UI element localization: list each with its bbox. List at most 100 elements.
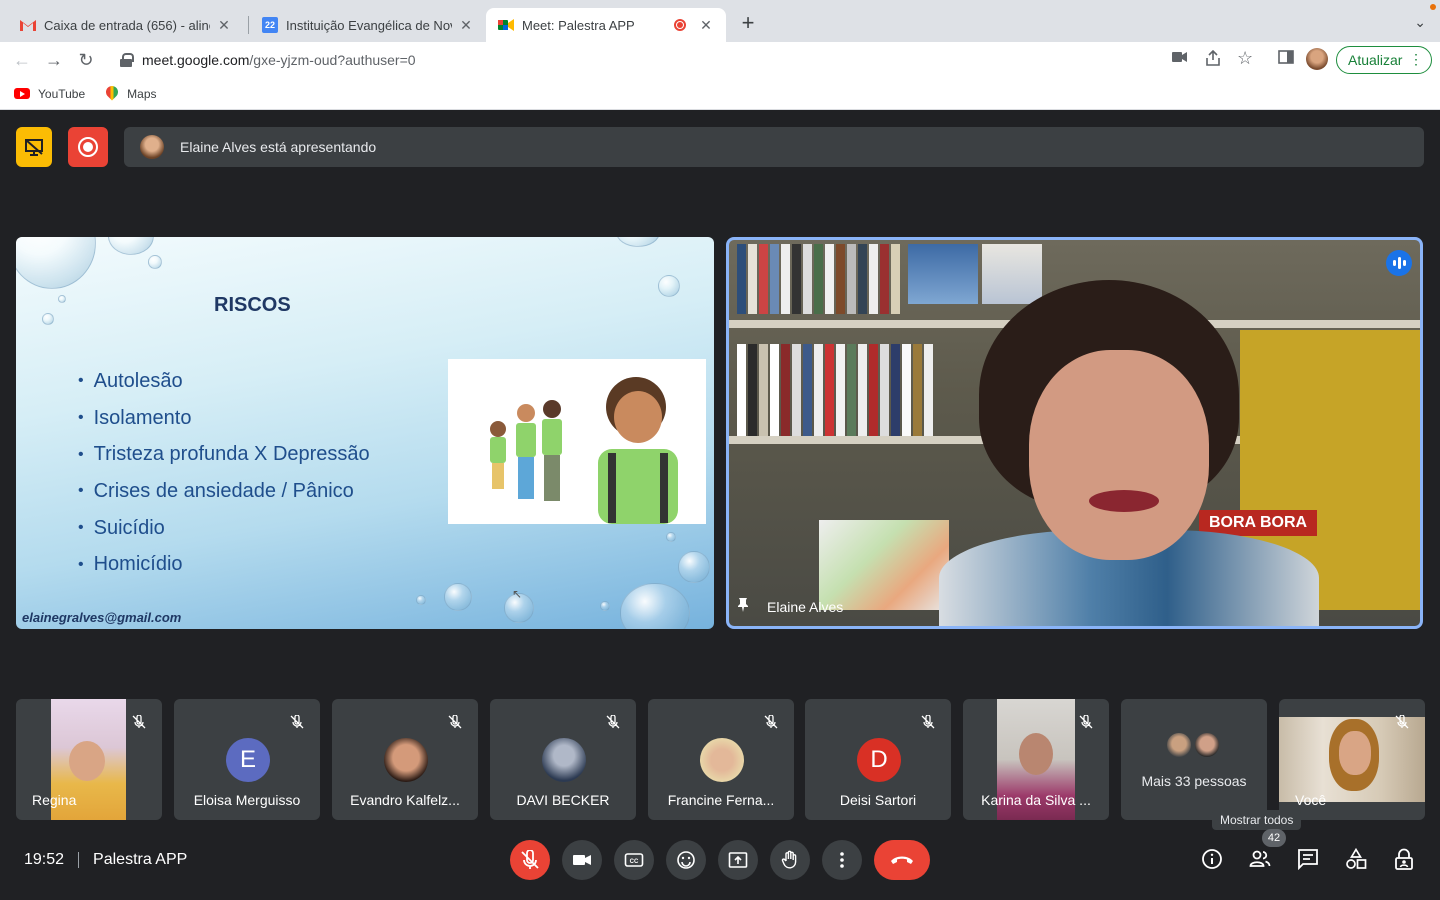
- bubble-decoration: [666, 532, 676, 542]
- svg-text:CC: CC: [630, 859, 639, 865]
- self-tile[interactable]: Você: [1279, 699, 1425, 820]
- mic-off-icon: [764, 714, 778, 729]
- tab-title: Caixa de entrada (656) - aline.: [44, 17, 210, 33]
- slide-bullet-list: Autolesão Isolamento Tristeza profunda X…: [78, 363, 370, 583]
- gmail-icon: [20, 17, 36, 33]
- bubble-decoration: [600, 601, 610, 611]
- presenter-banner[interactable]: Elaine Alves está apresentando: [124, 127, 1424, 167]
- video-name-label: Elaine Alves: [737, 597, 843, 616]
- mic-off-icon: [921, 714, 935, 729]
- profile-avatar[interactable]: [1306, 48, 1328, 70]
- address-bar[interactable]: meet.google.com/gxe-yjzm-oud?authuser=0: [110, 44, 1270, 76]
- captions-button[interactable]: CC: [614, 840, 654, 880]
- people-button[interactable]: [1246, 845, 1274, 873]
- mic-off-icon: [1079, 714, 1093, 729]
- tab-title: Instituição Evangélica de Novo: [286, 17, 452, 33]
- more-options-button[interactable]: [822, 840, 862, 880]
- slide-bullet: Autolesão: [78, 363, 370, 400]
- avatar: [384, 738, 428, 782]
- meet-icon: [498, 17, 514, 33]
- kebab-menu-icon[interactable]: ⋮: [1409, 51, 1423, 68]
- avatar: [140, 135, 164, 159]
- bubble-decoration: [416, 595, 426, 605]
- meeting-details-button[interactable]: [1198, 845, 1226, 873]
- maps-icon: [105, 86, 119, 102]
- forward-arrow-icon[interactable]: →: [42, 48, 66, 72]
- avatar: [1165, 731, 1193, 759]
- avatar: D: [857, 738, 901, 782]
- tab-meet[interactable]: Meet: Palestra APP ✕: [486, 8, 726, 42]
- participant-name: Eloisa Merguisso: [193, 792, 301, 808]
- speaking-indicator-icon: [1386, 250, 1412, 276]
- tab-instituicao[interactable]: 22 Instituição Evangélica de Novo ✕: [250, 8, 486, 42]
- bookmark-youtube[interactable]: YouTube: [14, 87, 85, 101]
- slide-title: RISCOS: [214, 294, 291, 316]
- tooltip: Mostrar todos: [1212, 810, 1302, 830]
- info-icon: [1202, 849, 1222, 869]
- reactions-button[interactable]: [666, 840, 706, 880]
- participant-name: DAVI BECKER: [516, 792, 610, 808]
- participant-tile[interactable]: Evandro Kalfelz...: [332, 699, 478, 820]
- closed-captions-icon: CC: [624, 853, 644, 867]
- control-bar: 19:52 Palestra APP CC: [0, 831, 1440, 900]
- meeting-title: Palestra APP: [93, 851, 188, 868]
- slide-bullet: Homicídio: [78, 546, 370, 583]
- call-end-icon: [891, 856, 913, 864]
- avatar: [1193, 731, 1221, 759]
- camera-blocked-icon[interactable]: [1172, 50, 1188, 66]
- camera-button[interactable]: [562, 840, 602, 880]
- host-controls-button[interactable]: [1390, 845, 1418, 873]
- close-icon[interactable]: ✕: [216, 17, 232, 34]
- leave-call-button[interactable]: [874, 840, 930, 880]
- participant-tile[interactable]: DAVI BECKER: [490, 699, 636, 820]
- presentation-slide[interactable]: RISCOS Autolesão Isolamento Tristeza pro…: [16, 237, 714, 629]
- update-label: Atualizar: [1348, 52, 1403, 68]
- calendar-icon: 22: [262, 17, 278, 33]
- speaker-video-tile[interactable]: BORA BORA Elaine Alves: [726, 237, 1423, 629]
- share-icon[interactable]: [1206, 49, 1220, 69]
- meeting-info: 19:52 Palestra APP: [24, 851, 187, 869]
- videocam-icon: [573, 855, 591, 865]
- participant-tile[interactable]: E Eloisa Merguisso: [174, 699, 320, 820]
- activities-button[interactable]: [1342, 845, 1370, 873]
- bubble-decoration: [444, 583, 472, 611]
- presenter-text: Elaine Alves está apresentando: [180, 139, 377, 155]
- more-participants-tile[interactable]: Mais 33 pessoas: [1121, 699, 1267, 820]
- participant-tile[interactable]: D Deisi Sartori: [805, 699, 951, 820]
- update-button[interactable]: Atualizar ⋮: [1336, 46, 1432, 74]
- mic-off-button[interactable]: [510, 840, 550, 880]
- new-tab-button[interactable]: +: [736, 12, 760, 36]
- back-arrow-icon[interactable]: ←: [10, 48, 34, 72]
- participant-tile[interactable]: Francine Ferna...: [648, 699, 794, 820]
- chat-button[interactable]: [1294, 845, 1322, 873]
- url-host: meet.google.com: [142, 52, 250, 68]
- close-icon[interactable]: ✕: [458, 17, 474, 34]
- recording-indicator-icon[interactable]: [68, 127, 108, 167]
- bubble-decoration: [620, 583, 690, 629]
- bookmark-label: Maps: [127, 86, 157, 101]
- present-screen-button[interactable]: [718, 840, 758, 880]
- bookmark-maps[interactable]: Maps: [105, 86, 156, 102]
- mic-off-icon: [132, 714, 146, 729]
- avatar: [542, 738, 586, 782]
- emoji-icon: [677, 851, 695, 869]
- participant-tile[interactable]: Regina: [16, 699, 162, 820]
- notification-dot: [1430, 4, 1436, 10]
- slide-bullet: Tristeza profunda X Depressão: [78, 436, 370, 473]
- chevron-down-icon[interactable]: ⌄: [1414, 14, 1426, 31]
- presentation-icon[interactable]: [16, 127, 52, 167]
- close-icon[interactable]: ✕: [698, 17, 714, 34]
- participant-tile[interactable]: Karina da Silva ...: [963, 699, 1109, 820]
- recording-icon: [674, 19, 686, 31]
- bookmark-star-icon[interactable]: ☆: [1237, 48, 1253, 69]
- side-panel-icon[interactable]: [1278, 50, 1294, 67]
- speaker-person: [919, 280, 1319, 626]
- pin-icon[interactable]: [737, 597, 749, 616]
- raise-hand-button[interactable]: [770, 840, 810, 880]
- tab-gmail[interactable]: Caixa de entrada (656) - aline. ✕: [8, 8, 244, 42]
- reload-icon[interactable]: ↻: [74, 48, 98, 72]
- participant-name: Francine Ferna...: [667, 792, 775, 808]
- mouse-cursor-icon: ↖: [512, 587, 523, 601]
- lock-icon: [120, 53, 134, 67]
- participant-name: Você: [1295, 792, 1327, 808]
